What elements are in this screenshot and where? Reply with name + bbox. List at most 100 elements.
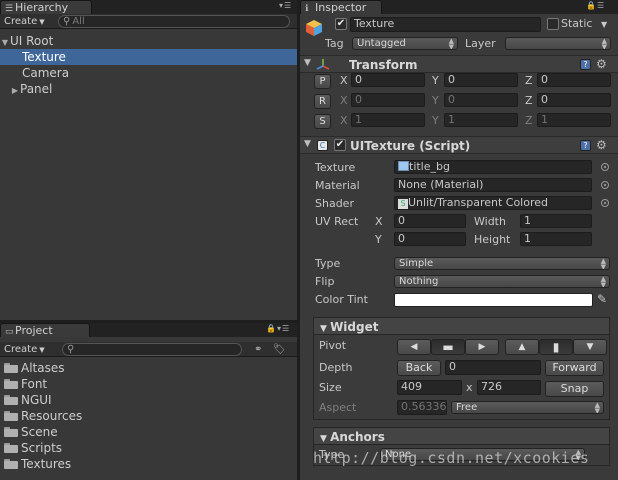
tree-item-panel[interactable]: ▶ Panel xyxy=(0,81,297,97)
folder-item[interactable]: Scripts xyxy=(0,440,297,456)
object-picker-icon[interactable] xyxy=(601,181,609,189)
size-height-field[interactable]: 726 xyxy=(477,380,541,395)
gear-icon[interactable]: ⚙ xyxy=(596,58,607,70)
folder-label: Textures xyxy=(21,457,72,471)
reset-scale-button[interactable]: S xyxy=(314,114,331,129)
axis-z-label: Z xyxy=(525,114,533,127)
folder-item[interactable]: Font xyxy=(0,376,297,392)
component-enabled-checkbox[interactable]: ✔ xyxy=(334,139,346,151)
uvrect-label: UV Rect xyxy=(315,215,359,228)
layer-dropdown[interactable]: ▲ ▼ xyxy=(505,37,611,50)
project-tab-label: Project xyxy=(15,324,53,337)
scale-z-field[interactable]: 1 xyxy=(537,113,611,127)
axis-z-label: Z xyxy=(525,94,533,107)
snap-button[interactable]: Snap xyxy=(545,381,604,397)
pivot-bottom-button[interactable]: ▼ xyxy=(573,339,607,355)
aspect-mode-dropdown[interactable]: Free ▲ ▼ xyxy=(451,401,604,414)
reset-rotation-button[interactable]: R xyxy=(314,94,331,109)
reset-position-button[interactable]: P xyxy=(314,74,331,89)
depth-back-button[interactable]: Back xyxy=(397,360,441,376)
shader-value: Unlit/Transparent Colored xyxy=(408,196,549,209)
size-width-field[interactable]: 409 xyxy=(397,380,462,395)
folder-item[interactable]: Resources xyxy=(0,408,297,424)
collapse-triangle-icon[interactable]: ▶ xyxy=(10,83,20,99)
pivot-middle-button[interactable]: ▮ xyxy=(539,339,573,355)
layer-label: Layer xyxy=(465,37,496,50)
shader-label: Shader xyxy=(315,197,354,210)
hierarchy-create-label: Create xyxy=(4,16,38,27)
position-x-field[interactable]: 0 xyxy=(351,73,425,87)
project-search-input[interactable]: ⚲ xyxy=(62,343,242,356)
lock-icon[interactable]: 🔒☰ xyxy=(586,1,605,10)
foldout-arrow-icon[interactable]: ▼ xyxy=(304,58,311,68)
lock-icon[interactable]: 🔒▾☰ xyxy=(266,324,290,333)
position-y-field[interactable]: 0 xyxy=(444,73,518,87)
pivot-center-button[interactable]: ▬ xyxy=(431,339,465,355)
help-book-icon[interactable]: ? xyxy=(580,140,591,151)
shader-object-field[interactable]: S Unlit/Transparent Colored xyxy=(394,196,592,210)
widget-header[interactable]: ▼ Widget xyxy=(313,317,610,335)
uv-y-field[interactable]: 0 xyxy=(394,232,466,246)
folder-item[interactable]: Textures xyxy=(0,456,297,472)
gear-icon[interactable]: ⚙ xyxy=(596,139,607,151)
depth-field[interactable]: 0 xyxy=(445,360,541,375)
uv-width-field[interactable]: 1 xyxy=(520,214,592,228)
tab-project[interactable]: ▭Project xyxy=(0,323,90,337)
uv-x-field[interactable]: 0 xyxy=(394,214,466,228)
filter-by-label-icon[interactable]: 🏷 xyxy=(273,344,287,355)
pivot-top-button[interactable]: ▲ xyxy=(505,339,539,355)
tag-label: Tag xyxy=(325,37,344,50)
uv-height-field[interactable]: 1 xyxy=(520,232,592,246)
position-z-field[interactable]: 0 xyxy=(537,73,611,87)
static-label: Static xyxy=(561,17,593,30)
color-tint-swatch[interactable] xyxy=(394,293,593,307)
uitexture-header[interactable]: ▼ C ✔ UITexture (Script) ? ⚙ xyxy=(300,136,618,154)
static-checkbox[interactable] xyxy=(547,18,559,30)
help-book-icon[interactable]: ? xyxy=(580,59,591,70)
hierarchy-search-input[interactable]: ⚲ All xyxy=(58,15,290,28)
hierarchy-toolbar: Create ▼ ⚲ All xyxy=(0,14,297,29)
tab-hierarchy[interactable]: ☰ Hierarchy xyxy=(0,0,92,14)
folder-item[interactable]: Scene xyxy=(0,424,297,440)
width-label: Width xyxy=(474,215,506,228)
tree-item-texture[interactable]: Texture xyxy=(0,49,297,65)
rotation-x-field[interactable]: 0 xyxy=(351,93,425,107)
rotation-y-field[interactable]: 0 xyxy=(444,93,518,107)
foldout-arrow-icon[interactable]: ▼ xyxy=(304,139,311,149)
transform-header[interactable]: ▼ Transform ? ⚙ xyxy=(300,55,618,73)
eyedropper-icon[interactable]: ✎ xyxy=(597,292,607,306)
project-create-button[interactable]: Create ▼ xyxy=(4,343,45,356)
scale-y-field[interactable]: 1 xyxy=(444,113,518,127)
tag-dropdown[interactable]: Untagged ▲ ▼ xyxy=(352,37,458,50)
folder-icon xyxy=(4,411,18,421)
flip-dropdown[interactable]: Nothing ▲ ▼ xyxy=(394,275,610,288)
tree-item-camera[interactable]: Camera xyxy=(0,65,297,81)
filter-by-type-icon[interactable]: ⚭ xyxy=(254,344,263,355)
texture-object-field[interactable]: title_bg xyxy=(394,160,592,174)
object-name-field[interactable]: Texture xyxy=(350,17,541,32)
hierarchy-create-button[interactable]: Create ▼ xyxy=(4,15,45,28)
hierarchy-panel-menu-icon[interactable]: ▾☰ xyxy=(279,1,292,10)
object-picker-icon[interactable] xyxy=(601,163,609,171)
folder-item[interactable]: NGUI xyxy=(0,392,297,408)
scale-x-field[interactable]: 1 xyxy=(351,113,425,127)
material-object-field[interactable]: None (Material) xyxy=(394,178,592,192)
folder-item[interactable]: Altases xyxy=(0,360,297,376)
depth-forward-button[interactable]: Forward xyxy=(545,360,604,376)
watermark-text: http://blog.csdn.net/xcookies xyxy=(313,449,590,467)
active-checkbox[interactable]: ✔ xyxy=(335,18,347,30)
tab-inspector[interactable]: ℹ Inspector xyxy=(300,0,382,14)
widget-title: ▼ Widget xyxy=(320,319,378,337)
type-dropdown[interactable]: Simple ▲ ▼ xyxy=(394,257,610,270)
rotation-z-field[interactable]: 0 xyxy=(537,93,611,107)
static-dropdown-icon[interactable]: ▼ xyxy=(601,18,607,32)
search-icon: ⚲ xyxy=(63,16,71,27)
object-picker-icon[interactable] xyxy=(601,199,609,207)
foldout-arrow-icon[interactable]: ▼ xyxy=(320,324,330,334)
anchors-header[interactable]: ▼ Anchors xyxy=(313,427,610,445)
tree-item-ui-root[interactable]: ▼ UI Root xyxy=(0,33,297,49)
aspect-field[interactable]: 0.56336 xyxy=(397,400,447,415)
pivot-left-button[interactable]: ◀ xyxy=(397,339,431,355)
pivot-right-button[interactable]: ▶ xyxy=(465,339,499,355)
foldout-arrow-icon[interactable]: ▼ xyxy=(320,434,330,444)
